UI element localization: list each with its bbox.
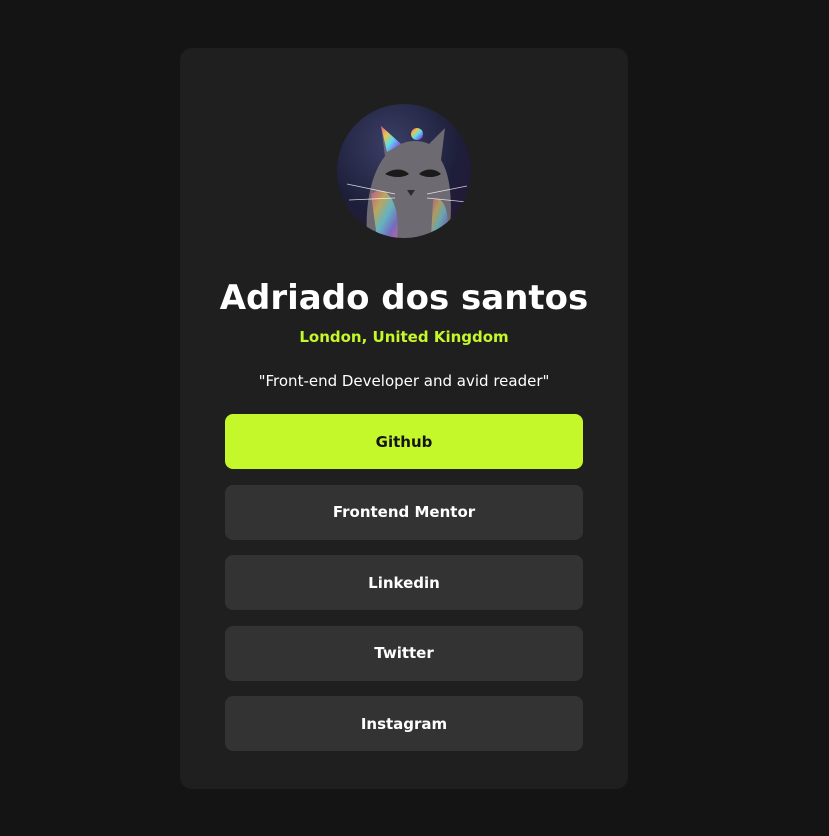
social-links-list: Github Frontend Mentor Linkedin Twitter … (225, 414, 583, 767)
link-frontend-mentor-button[interactable]: Frontend Mentor (225, 484, 583, 540)
profile-name: Adriado dos santos (219, 278, 589, 318)
profile-location: London, United Kingdom (299, 328, 509, 346)
link-instagram-button[interactable]: Instagram (225, 696, 583, 751)
link-github-button[interactable]: Github (225, 414, 583, 469)
link-linkedin-button[interactable]: Linkedin (225, 555, 583, 610)
profile-card: Adriado dos santos London, United Kingdo… (180, 48, 628, 789)
avatar-cat-illustration (346, 126, 468, 238)
link-twitter-button[interactable]: Twitter (225, 625, 583, 681)
profile-bio: "Front-end Developer and avid reader" (258, 372, 550, 390)
avatar (337, 104, 471, 238)
